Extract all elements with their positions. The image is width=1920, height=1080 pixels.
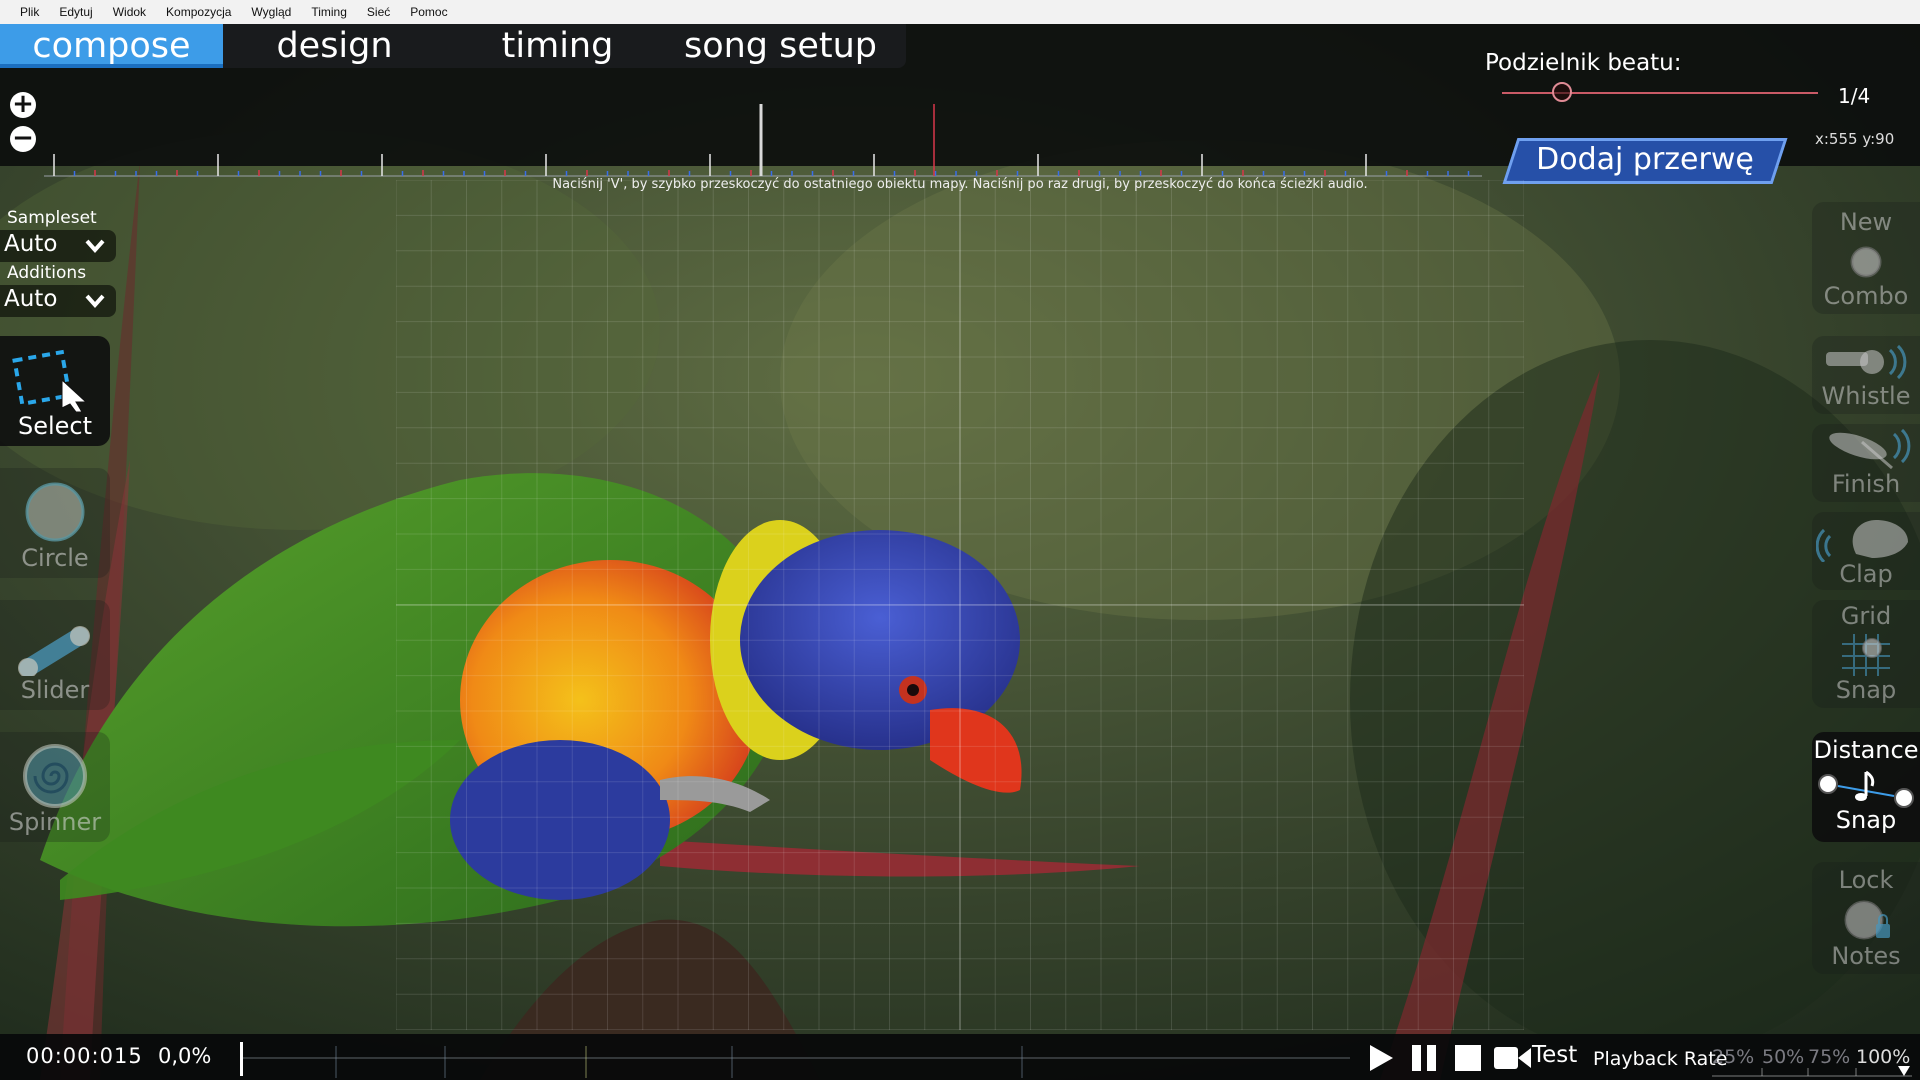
playback-rate-slider[interactable] xyxy=(1712,1066,1912,1078)
sampleset-value: Auto xyxy=(4,231,58,257)
new-combo-icon xyxy=(1850,246,1882,278)
grid-snap-icon xyxy=(1842,634,1890,676)
rate-75[interactable]: 75% xyxy=(1808,1046,1850,1068)
cursor-coords: x:555 y:90 xyxy=(1815,130,1895,148)
toggle-finish[interactable]: Finish xyxy=(1812,424,1920,502)
tab-song-setup[interactable]: song setup xyxy=(669,24,892,68)
add-break-label[interactable]: Dodaj przerwę xyxy=(1510,138,1780,184)
test-button[interactable]: Test xyxy=(1532,1042,1577,1068)
rate-50[interactable]: 50% xyxy=(1762,1046,1804,1068)
tool-spinner-label: Spinner xyxy=(8,808,102,836)
menu-widok[interactable]: Widok xyxy=(103,5,156,19)
distance-snap-line2: Snap xyxy=(1835,806,1897,834)
slider-icon xyxy=(18,626,90,676)
additions-value: Auto xyxy=(4,286,58,312)
menu-timing[interactable]: Timing xyxy=(301,5,357,19)
zoom-in-icon[interactable]: + xyxy=(10,91,36,118)
video-camera-icon[interactable] xyxy=(1494,1046,1532,1070)
toggle-grid-snap[interactable]: Grid Snap xyxy=(1812,600,1920,708)
rate-25[interactable]: 25% xyxy=(1712,1046,1754,1068)
toggle-clap[interactable]: Clap xyxy=(1812,512,1920,590)
progress-thumb[interactable] xyxy=(240,1042,243,1076)
bottom-bar: 00:00:015 0,0% Test Playback Rate 25% 50… xyxy=(0,1034,1920,1080)
tool-circle[interactable]: Circle xyxy=(0,468,110,578)
new-combo-line2: Combo xyxy=(1823,282,1909,310)
song-progress-bar[interactable] xyxy=(240,1038,1350,1078)
whistle-label: Whistle xyxy=(1821,382,1911,410)
menu-bar: Plik Edytuj Widok Kompozycja Wygląd Timi… xyxy=(0,0,1920,24)
play-icon[interactable] xyxy=(1368,1044,1394,1072)
progress-percent: 0,0% xyxy=(158,1044,212,1068)
chevron-down-icon xyxy=(85,239,105,254)
finish-label: Finish xyxy=(1831,470,1901,498)
mode-tabs: compose design timing song setup xyxy=(0,24,906,68)
rate-100[interactable]: 100% xyxy=(1856,1046,1910,1068)
tool-slider-label: Slider xyxy=(20,676,90,704)
lock-notes-line1: Lock xyxy=(1838,866,1894,894)
menu-kompozycja[interactable]: Kompozycja xyxy=(156,5,241,19)
beat-divisor-label: Podzielnik beatu: xyxy=(1485,50,1682,76)
grid-snap-line1: Grid xyxy=(1840,602,1892,630)
menu-pomoc[interactable]: Pomoc xyxy=(400,5,457,19)
timeline-zoom: + − xyxy=(10,91,36,160)
menu-plik[interactable]: Plik xyxy=(10,5,49,19)
hint-text: Naciśnij 'V', by szybko przeskoczyć do o… xyxy=(552,177,1368,192)
beat-divisor-track xyxy=(1502,92,1818,94)
chevron-down-icon xyxy=(85,294,105,309)
tool-select[interactable]: Select xyxy=(0,336,110,446)
toggle-distance-snap[interactable]: Distance Snap xyxy=(1812,732,1920,842)
tool-slider[interactable]: Slider xyxy=(0,600,110,710)
additions-dropdown[interactable]: Auto xyxy=(0,285,116,317)
grid-snap-line2: Snap xyxy=(1835,676,1897,704)
whistle-icon xyxy=(1826,344,1907,380)
finish-icon xyxy=(1829,428,1911,470)
new-combo-line1: New xyxy=(1839,208,1893,236)
top-panel: compose design timing song setup + − Pod… xyxy=(0,24,1920,184)
circle-icon xyxy=(25,482,85,542)
distance-snap-icon xyxy=(1818,770,1914,808)
menu-wyglad[interactable]: Wygląd xyxy=(241,5,301,19)
tab-compose[interactable]: compose xyxy=(0,24,223,68)
beat-divisor-thumb[interactable] xyxy=(1551,82,1572,102)
lock-notes-icon xyxy=(1844,900,1890,940)
playfield-grid[interactable] xyxy=(396,180,1524,1030)
menu-siec[interactable]: Sieć xyxy=(357,5,400,19)
tool-select-label: Select xyxy=(17,412,93,440)
stop-icon[interactable] xyxy=(1454,1044,1482,1072)
clap-label: Clap xyxy=(1839,560,1893,588)
toggle-lock-notes[interactable]: Lock Notes xyxy=(1812,862,1920,974)
tab-timing[interactable]: timing xyxy=(446,24,669,68)
zoom-out-icon[interactable]: − xyxy=(10,125,36,152)
lock-notes-line2: Notes xyxy=(1831,942,1901,970)
spinner-icon xyxy=(23,744,87,808)
beat-divisor-value: 1/4 xyxy=(1838,84,1871,108)
tool-circle-label: Circle xyxy=(21,544,89,572)
current-time: 00:00:015 xyxy=(26,1044,143,1068)
toggle-whistle[interactable]: Whistle xyxy=(1812,336,1920,414)
toggle-new-combo[interactable]: New Combo xyxy=(1812,202,1920,314)
clap-icon xyxy=(1816,520,1908,562)
beat-divisor-slider[interactable] xyxy=(1502,78,1818,108)
pause-icon[interactable] xyxy=(1410,1044,1438,1072)
select-icon xyxy=(12,349,88,412)
sampleset-label: Sampleset xyxy=(7,208,97,228)
distance-snap-line1: Distance xyxy=(1813,736,1919,764)
menu-edytuj[interactable]: Edytuj xyxy=(49,5,102,19)
tabs-end-cap xyxy=(892,24,906,68)
additions-label: Additions xyxy=(7,263,87,283)
tab-design[interactable]: design xyxy=(223,24,446,68)
sampleset-dropdown[interactable]: Auto xyxy=(0,230,116,262)
timeline[interactable] xyxy=(44,76,1482,180)
playback-rate-label: Playback Rate xyxy=(1593,1048,1728,1070)
tool-spinner[interactable]: Spinner xyxy=(0,732,110,842)
